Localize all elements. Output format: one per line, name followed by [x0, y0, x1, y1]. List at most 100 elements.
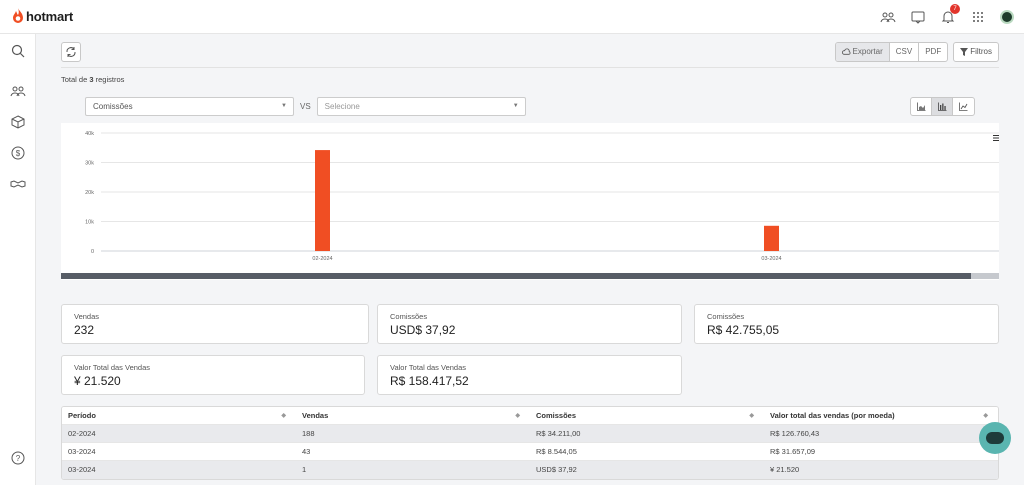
sidebar: $ ? [0, 34, 36, 485]
filter-icon [960, 48, 969, 56]
sort-icon: ◆ [515, 413, 520, 419]
total-prefix: Total de [61, 75, 88, 84]
column-header-periodo[interactable]: Período ◆ [62, 407, 296, 424]
community-icon[interactable] [880, 9, 896, 25]
dollar-icon[interactable]: $ [10, 145, 26, 161]
card-vendas: Vendas 232 [61, 304, 369, 344]
notification-badge: 7 [950, 4, 960, 14]
cloud-download-icon [841, 47, 851, 55]
toolbar-divider [61, 67, 999, 68]
secondary-metric-placeholder: Selecione [324, 102, 360, 111]
table-row: 02-2024 188 R$ 34.211,00 R$ 126.760,43 [62, 425, 998, 443]
total-suffix: registros [95, 75, 125, 84]
header-label: Vendas [302, 411, 329, 420]
table-cell: R$ 8.544,05 [536, 447, 577, 456]
refresh-button[interactable] [61, 42, 81, 62]
card-label: Valor Total das Vendas [74, 363, 151, 372]
apps-grid-icon[interactable] [970, 9, 986, 25]
notifications-button[interactable]: 7 [940, 4, 960, 25]
table-header: Período ◆ Vendas ◆ Comissões ◆ Valor total … [62, 407, 998, 425]
export-label: Exportar [852, 47, 883, 56]
area-chart-button[interactable] [911, 98, 932, 115]
card-value: R$ 42.755,05 [707, 323, 780, 337]
header-label: Comissões [536, 411, 577, 420]
line-chart-button[interactable] [953, 98, 974, 115]
svg-text:$: $ [16, 149, 21, 158]
user-avatar[interactable] [1000, 10, 1014, 24]
table-cell: ¥ 21.520 [770, 465, 800, 474]
x-tick-label: 03-2024 [761, 256, 781, 262]
header-label: Período [68, 411, 96, 420]
sort-icon: ◆ [983, 413, 988, 419]
filters-label: Filtros [970, 47, 992, 56]
bar-02-2024[interactable] [315, 150, 330, 251]
bar-03-2024[interactable] [764, 225, 779, 251]
chart-scrollbar[interactable] [61, 273, 999, 279]
table-cell: R$ 31.657,09 [770, 447, 816, 456]
table-cell: USD$ 37,92 [536, 465, 577, 474]
card-valor-total-brl: Valor Total das Vendas R$ 158.417,52 [377, 355, 682, 395]
card-label: Vendas [74, 312, 100, 321]
chat-icon [986, 432, 1004, 444]
card-value: 232 [74, 323, 95, 337]
table-cell: 43 [302, 447, 311, 456]
svg-text:?: ? [16, 454, 21, 463]
chat-button[interactable] [979, 422, 1011, 454]
primary-metric-value: Comissões [93, 102, 133, 111]
line-chart-icon [959, 102, 968, 111]
column-header-comissoes[interactable]: Comissões ◆ [530, 407, 764, 424]
export-button[interactable]: Exportar [835, 43, 890, 61]
table-cell: R$ 126.760,43 [770, 429, 820, 438]
table-cell: 02-2024 [68, 429, 96, 438]
area-chart-icon [916, 102, 925, 111]
menu-icon[interactable] [993, 135, 999, 141]
bar-chart-button[interactable] [932, 98, 953, 115]
refresh-icon [66, 47, 76, 57]
pdf-button[interactable]: PDF [919, 43, 947, 61]
primary-metric-select[interactable]: Comissões ▼ [85, 97, 294, 116]
secondary-metric-select[interactable]: Selecione ▼ [316, 97, 526, 116]
total-count: 3 [89, 75, 94, 84]
total-records: Total de 3 registros [61, 75, 124, 84]
card-label: Comissões [707, 312, 745, 321]
filters-button[interactable]: Filtros [953, 42, 999, 62]
flame-icon [13, 8, 23, 23]
chart-type-switch [910, 97, 975, 116]
handshake-icon[interactable] [10, 176, 26, 192]
commissions-chart: 0 10k 20k 30k 40k 02-2024 03-2024 [85, 131, 999, 262]
x-tick-label: 02-2024 [312, 256, 332, 262]
message-icon[interactable] [910, 9, 926, 25]
table-cell: 03-2024 [68, 465, 96, 474]
chart-bars [315, 150, 779, 251]
chart-x-labels: 02-2024 03-2024 [312, 256, 781, 262]
y-tick-label: 20k [85, 190, 94, 196]
y-tick-label: 40k [85, 131, 94, 137]
top-actions: 7 [880, 4, 1014, 25]
hotmart-logo[interactable]: hotmart [12, 8, 73, 24]
header-label: Valor total das vendas (por moeda) [770, 411, 895, 420]
card-valor-total-jpy: Valor Total das Vendas ¥ 21.520 [61, 355, 365, 395]
card-label: Comissões [390, 312, 428, 321]
card-value: USD$ 37,92 [390, 323, 456, 337]
search-icon[interactable] [10, 43, 26, 59]
vs-label: VS [300, 102, 311, 111]
table-row: 03-2024 1 USD$ 37,92 ¥ 21.520 [62, 461, 998, 479]
top-bar: hotmart 7 [0, 0, 1024, 34]
column-header-valor-total[interactable]: Valor total das vendas (por moeda) ◆ [764, 407, 998, 424]
csv-button[interactable]: CSV [890, 43, 920, 61]
table-cell: 188 [302, 429, 315, 438]
users-icon[interactable] [10, 83, 26, 99]
chart-scroll-thumb[interactable] [61, 273, 971, 279]
chevron-down-icon: ▼ [281, 103, 287, 109]
chevron-down-icon: ▼ [512, 103, 519, 109]
data-table: Período ◆ Vendas ◆ Comissões ◆ Valor total … [61, 406, 999, 480]
box-icon[interactable] [10, 114, 26, 130]
chart-area: 0 10k 20k 30k 40k 02-2024 03-2024 [61, 123, 999, 280]
table-row: 03-2024 43 R$ 8.544,05 R$ 31.657,09 [62, 443, 998, 461]
help-icon[interactable]: ? [10, 450, 26, 466]
y-tick-label: 30k [85, 161, 94, 167]
table-cell: R$ 34.211,00 [536, 429, 581, 438]
sort-icon: ◆ [749, 413, 754, 419]
brand-name: hotmart [26, 8, 73, 24]
column-header-vendas[interactable]: Vendas ◆ [296, 407, 530, 424]
